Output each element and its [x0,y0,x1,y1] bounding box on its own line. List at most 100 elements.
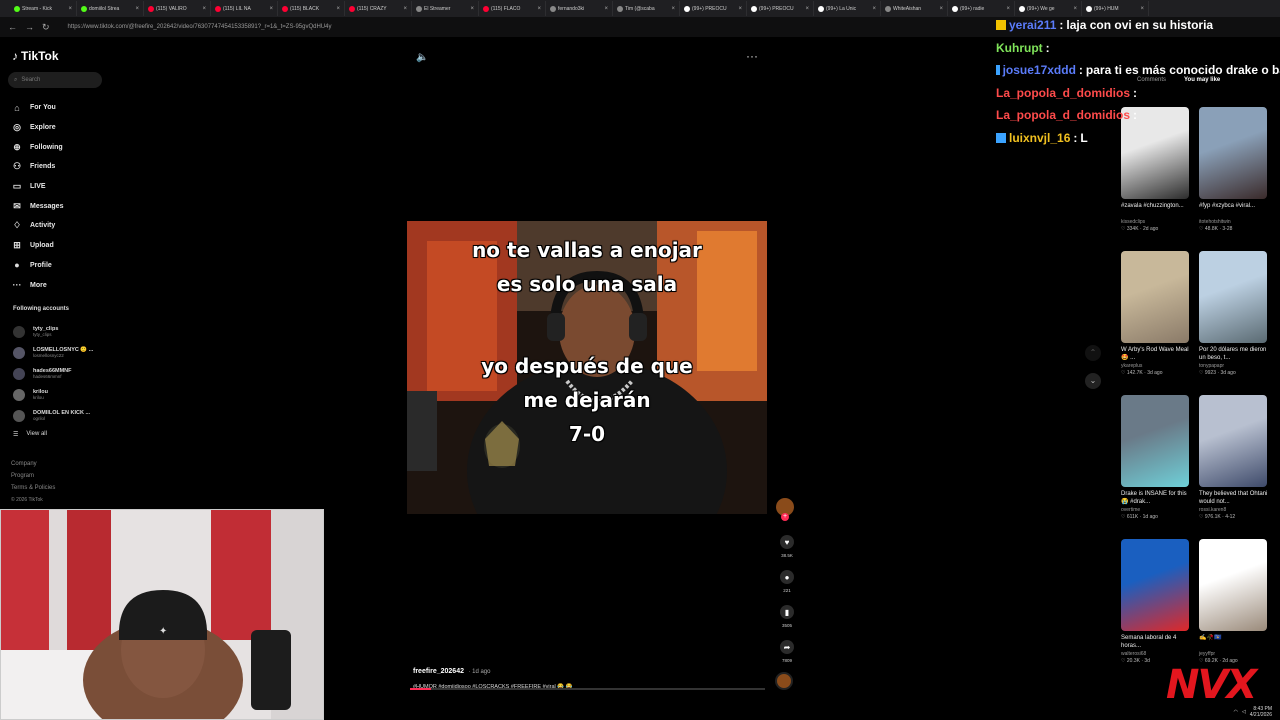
recommended-video-card[interactable]: W Arby's Rod Wave Meal 🤩 ... ykareplus ♡ 1… [1121,251,1191,376]
close-icon[interactable]: × [1073,6,1077,12]
browser-tab[interactable]: (99+) PREOCU × [747,1,814,16]
next-video-button[interactable]: ⌄ [1085,373,1101,389]
video-author[interactable]: jeyyffpr [1199,651,1269,657]
close-icon[interactable]: × [604,6,608,12]
video-author[interactable]: walterosi68 [1121,651,1191,657]
recommended-video-card[interactable]: Semana laboral de 4 horas... walterosi68 ♡… [1121,539,1191,664]
video-author[interactable]: overtime [1121,507,1191,513]
nav-item-upload[interactable]: ⊞ Upload [11,236,63,256]
nav-item-friends[interactable]: ⚇ Friends [11,157,63,177]
video-author[interactable]: rossi.karen8 [1199,507,1269,513]
share-icon[interactable]: ➦ [780,640,794,654]
footer-link[interactable]: Program [11,470,55,482]
recommended-video-card[interactable]: They believed that Ohtani would not... ro… [1199,395,1269,520]
share-action[interactable]: ➦ 7809 [777,640,797,663]
browser-tab[interactable]: El Streamer × [412,1,479,16]
wifi-icon[interactable]: ◠ [1234,709,1238,715]
browser-tab[interactable]: (115) CRAZY × [345,1,412,16]
close-icon[interactable]: × [1140,6,1144,12]
video-thumbnail[interactable] [1199,395,1267,487]
close-icon[interactable]: × [68,6,72,12]
browser-tab[interactable]: WhiteAishan × [881,1,948,16]
video-author[interactable]: itotehotshitwin [1199,219,1269,225]
recommended-video-card[interactable]: Por 20 dólares me dieron un beso, t... to… [1199,251,1269,376]
browser-tab[interactable]: (115) LIL NA × [211,1,278,16]
nav-item-more[interactable]: ··· More [11,275,63,295]
browser-tab[interactable]: Stream - Kick × [10,1,77,16]
volume-icon[interactable]: 🔈 [416,52,428,63]
comment-icon[interactable]: ● [780,570,794,584]
chat-username[interactable]: yerai211 [1009,18,1056,32]
browser-tab[interactable]: (99+) PREOCU × [680,1,747,16]
close-icon[interactable]: × [939,6,943,12]
browser-tab[interactable]: (115) BLACK × [278,1,345,16]
video-thumbnail[interactable] [1121,539,1189,631]
close-icon[interactable]: × [269,6,273,12]
video-username[interactable]: freefire_202642 [413,668,464,675]
video-thumbnail[interactable] [1121,395,1189,487]
video-title[interactable]: Por 20 dólares me dieron un beso, t... [1199,346,1269,362]
url-field[interactable]: https://www.tiktok.com/@freefire_202642/… [68,24,332,30]
more-options-icon[interactable]: ··· [746,49,758,63]
previous-video-button[interactable]: ⌃ [1085,345,1101,361]
comment-action[interactable]: ● 221 [777,570,797,593]
video-thumbnail[interactable] [1199,539,1267,631]
browser-tab[interactable]: (115) VALIRO × [144,1,211,16]
recommended-video-card[interactable]: ✍️🥀🇽🇰 jeyyffpr ♡ 69.2K · 2d ago [1199,539,1269,664]
close-icon[interactable]: × [336,6,340,12]
video-author[interactable]: kissedclips [1121,219,1191,225]
chat-username[interactable]: luixnvjl_16 [1009,131,1070,145]
video-thumbnail[interactable] [1199,251,1267,343]
follow-plus-icon[interactable]: + [781,513,789,521]
following-account-item[interactable]: DOMIILOL EN KICK ... ogrilol [13,405,93,426]
nav-item-live[interactable]: ▭ LIVE [11,177,63,197]
close-icon[interactable]: × [202,6,206,12]
volume-tray-icon[interactable]: ◁ [1242,709,1246,715]
save-action[interactable]: ▮ 3505 [777,605,797,628]
nav-item-explore[interactable]: ◎ Explore [11,118,63,138]
close-icon[interactable]: × [403,6,407,12]
back-icon[interactable]: ← [8,22,17,32]
video-progress-bar[interactable] [410,688,765,690]
forward-icon[interactable]: → [25,22,34,32]
video-thumbnail[interactable] [1121,251,1189,343]
search-input[interactable]: ⌕ Search [8,72,102,88]
video-title[interactable]: #fyp #xzybca #viral... [1199,202,1269,218]
recommended-video-card[interactable]: Drake is INSANE for this 😭 #drak... overt… [1121,395,1191,520]
nav-item-profile[interactable]: ● Profile [11,256,63,276]
footer-link[interactable]: Terms & Policies [11,482,55,494]
close-icon[interactable]: × [1006,6,1010,12]
nav-item-messages[interactable]: ✉ Messages [11,196,63,216]
close-icon[interactable]: × [738,6,742,12]
following-account-item[interactable]: krilou krilou [13,384,93,405]
following-account-item[interactable]: LOSMELLOSNYC 🙂 ... losmellosnyc22 [13,342,93,363]
chat-username[interactable]: josue17xddd [1003,63,1076,77]
close-icon[interactable]: × [671,6,675,12]
close-icon[interactable]: × [135,6,139,12]
video-title[interactable]: W Arby's Rod Wave Meal 🤩 ... [1121,346,1191,362]
video-title[interactable]: #zavala #chuzzington... [1121,202,1191,218]
clock[interactable]: 8:43 PM 4/21/2026 [1250,706,1272,718]
video-author[interactable]: tonypapapr [1199,363,1269,369]
close-icon[interactable]: × [537,6,541,12]
music-disc-icon[interactable] [775,672,793,690]
heart-icon[interactable]: ♥ [780,535,794,549]
browser-tab[interactable]: fernando3ki × [546,1,613,16]
browser-tab[interactable]: Tim (@scaba × [613,1,680,16]
video-title[interactable]: ✍️🥀🇽🇰 [1199,634,1269,650]
tiktok-logo[interactable]: ♪ TikTok [12,49,59,63]
nav-item-for-you[interactable]: ⌂ For You [11,98,63,118]
video-title[interactable]: Drake is INSANE for this 😭 #drak... [1121,490,1191,506]
chat-username[interactable]: La_popola_d_domidios [996,86,1130,100]
video-author[interactable]: ykareplus [1121,363,1191,369]
following-account-item[interactable]: tyty_clips tyty_clips [13,321,93,342]
bookmark-icon[interactable]: ▮ [780,605,794,619]
video-title[interactable]: Semana laboral de 4 horas... [1121,634,1191,650]
close-icon[interactable]: × [872,6,876,12]
following-account-item[interactable]: hades66MMNF hades66mmnf [13,363,93,384]
footer-link[interactable]: Company [11,458,55,470]
browser-tab[interactable]: (99+) La Unic × [814,1,881,16]
view-all-link[interactable]: ☰ View all [13,426,93,442]
browser-tab[interactable]: domiilol Strea × [77,1,144,16]
close-icon[interactable]: × [805,6,809,12]
